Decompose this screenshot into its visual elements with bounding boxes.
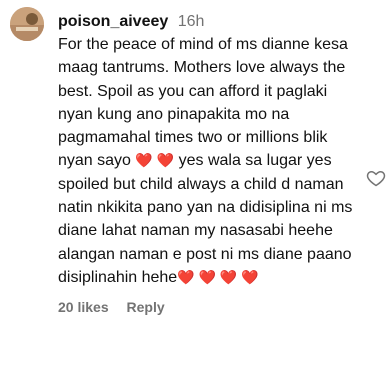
heart-outline-icon <box>366 171 386 187</box>
reply-button[interactable]: Reply <box>127 299 165 315</box>
likes-count[interactable]: 20 likes <box>58 299 109 315</box>
comment-text-part1: For the peace of mind of ms dianne kesa … <box>58 36 348 170</box>
comment-footer: 20 likes Reply <box>58 299 358 315</box>
comment-text: For the peace of mind of ms dianne kesa … <box>58 33 358 289</box>
like-button[interactable] <box>366 168 390 192</box>
comment-header: poison_aiveey 16h <box>58 11 358 33</box>
comment-text-part2: yes wala sa lugar yes spoiled but child … <box>58 152 353 286</box>
hearts-emoji-mid: ❤️ ❤️ <box>135 152 175 169</box>
comment-content: poison_aiveey 16h For the peace of mind … <box>58 11 358 315</box>
hearts-emoji-end: ❤️ ❤️ ❤️ ❤️ <box>177 268 259 285</box>
timestamp[interactable]: 16h <box>178 13 205 30</box>
username[interactable]: poison_aiveey <box>58 13 168 30</box>
avatar[interactable] <box>10 7 44 41</box>
